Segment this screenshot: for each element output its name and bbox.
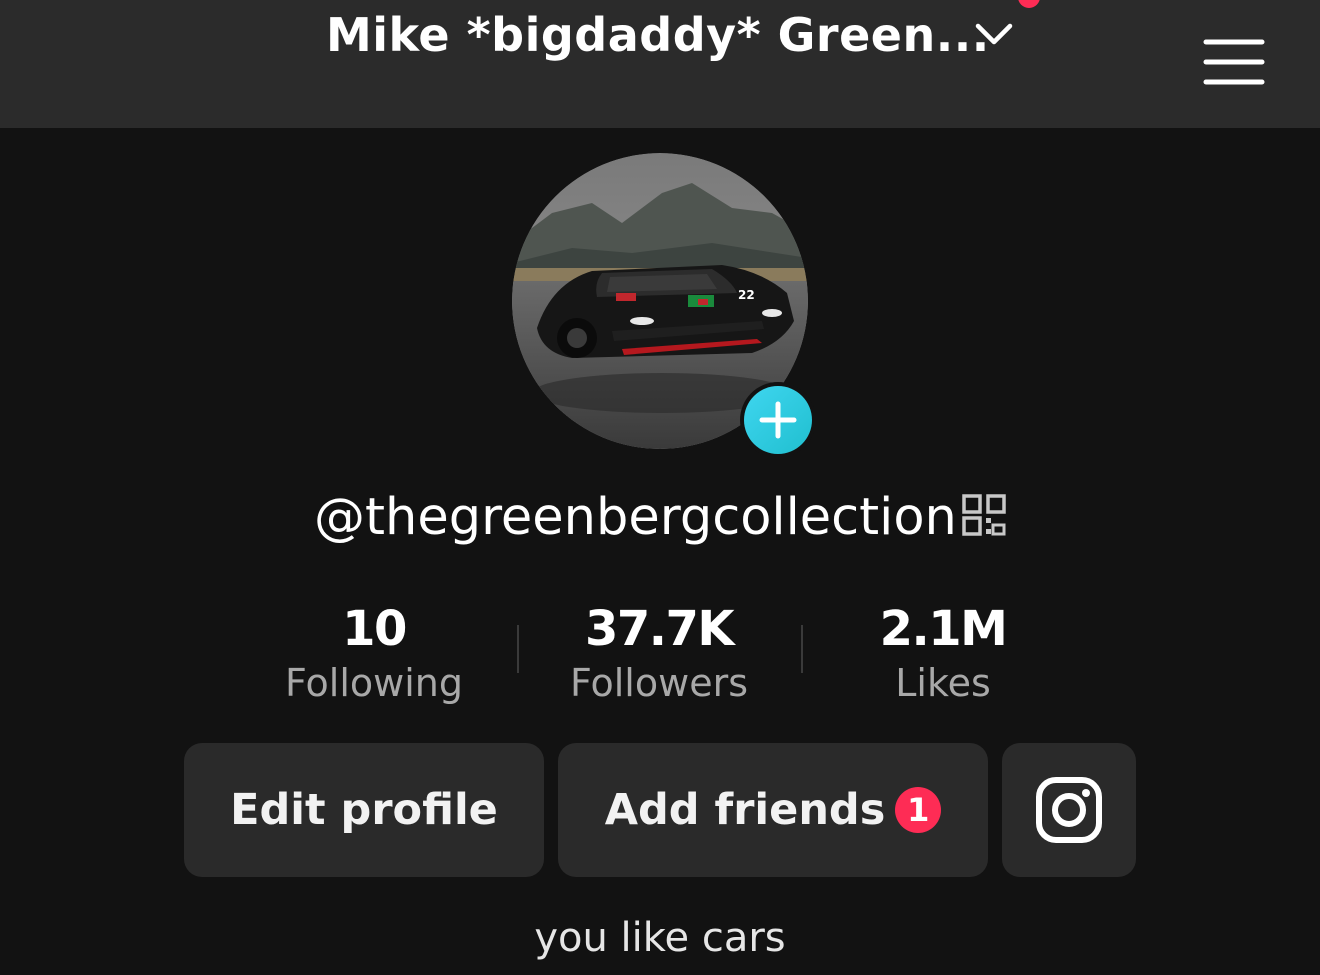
add-avatar-button[interactable] bbox=[740, 382, 816, 458]
followers-label: Followers bbox=[570, 661, 748, 705]
qr-code-icon[interactable] bbox=[962, 494, 1006, 536]
stat-divider bbox=[801, 625, 803, 673]
svg-text:22: 22 bbox=[738, 288, 755, 302]
stat-followers[interactable]: 37.7K Followers bbox=[529, 600, 789, 708]
account-switcher-title[interactable]: Mike *bigdaddy* Green... bbox=[326, 8, 990, 62]
followers-count: 37.7K bbox=[584, 601, 735, 657]
notification-dot bbox=[1018, 0, 1040, 8]
add-friends-label: Add friends bbox=[604, 785, 886, 835]
following-count: 10 bbox=[342, 601, 407, 657]
instagram-icon bbox=[1036, 777, 1102, 843]
chevron-down-icon[interactable] bbox=[972, 16, 1016, 52]
add-friends-count-badge: 1 bbox=[895, 787, 942, 833]
following-label: Following bbox=[285, 661, 463, 705]
profile-bio: you like cars bbox=[534, 915, 786, 961]
likes-count: 2.1M bbox=[879, 601, 1008, 657]
plus-icon bbox=[759, 401, 797, 439]
add-badge-fill bbox=[744, 386, 812, 454]
add-friends-button[interactable]: Add friends 1 bbox=[558, 743, 988, 877]
stat-likes[interactable]: 2.1M Likes bbox=[813, 600, 1073, 708]
edit-profile-button[interactable]: Edit profile bbox=[184, 743, 544, 877]
stat-divider bbox=[517, 625, 519, 673]
hamburger-menu-icon[interactable] bbox=[1198, 34, 1270, 90]
stat-following[interactable]: 10 Following bbox=[244, 600, 504, 708]
top-bar: Mike *bigdaddy* Green... bbox=[0, 0, 1320, 128]
likes-label: Likes bbox=[895, 661, 991, 705]
username: @thegreenbergcollection bbox=[314, 488, 957, 547]
edit-profile-label: Edit profile bbox=[230, 785, 498, 835]
instagram-button[interactable] bbox=[1002, 743, 1136, 877]
